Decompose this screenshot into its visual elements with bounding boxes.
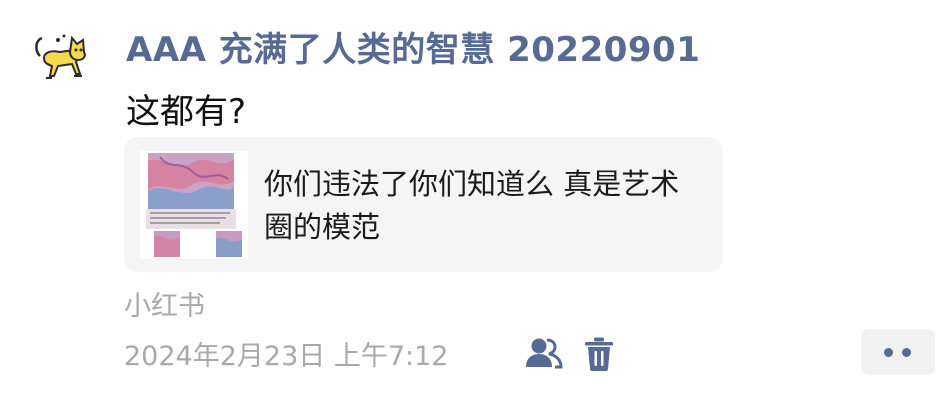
- more-dots-icon: [902, 348, 911, 357]
- artwork-thumbnail-icon: [140, 151, 248, 259]
- link-title: 你们违法了你们知道么 真是艺术圈的模范: [264, 167, 680, 244]
- trash-icon[interactable]: [584, 337, 614, 371]
- link-card[interactable]: 你们违法了你们知道么 真是艺术圈的模范: [124, 137, 723, 272]
- friends-icon[interactable]: [525, 337, 563, 369]
- post-text: 这都有?: [126, 92, 247, 132]
- more-dots-icon: [884, 348, 893, 357]
- yellow-cat-icon: [35, 34, 86, 79]
- avatar[interactable]: [30, 26, 96, 92]
- source-label[interactable]: 小红书: [124, 284, 205, 323]
- moment-post: AAA 充满了人类的智慧 20220901 这都有? 你们违法了你们知道么 真是…: [0, 0, 949, 415]
- timestamp: 2024年2月23日 上午7:12: [124, 341, 449, 372]
- author-name[interactable]: AAA 充满了人类的智慧 20220901: [126, 22, 700, 71]
- more-button[interactable]: [861, 329, 935, 375]
